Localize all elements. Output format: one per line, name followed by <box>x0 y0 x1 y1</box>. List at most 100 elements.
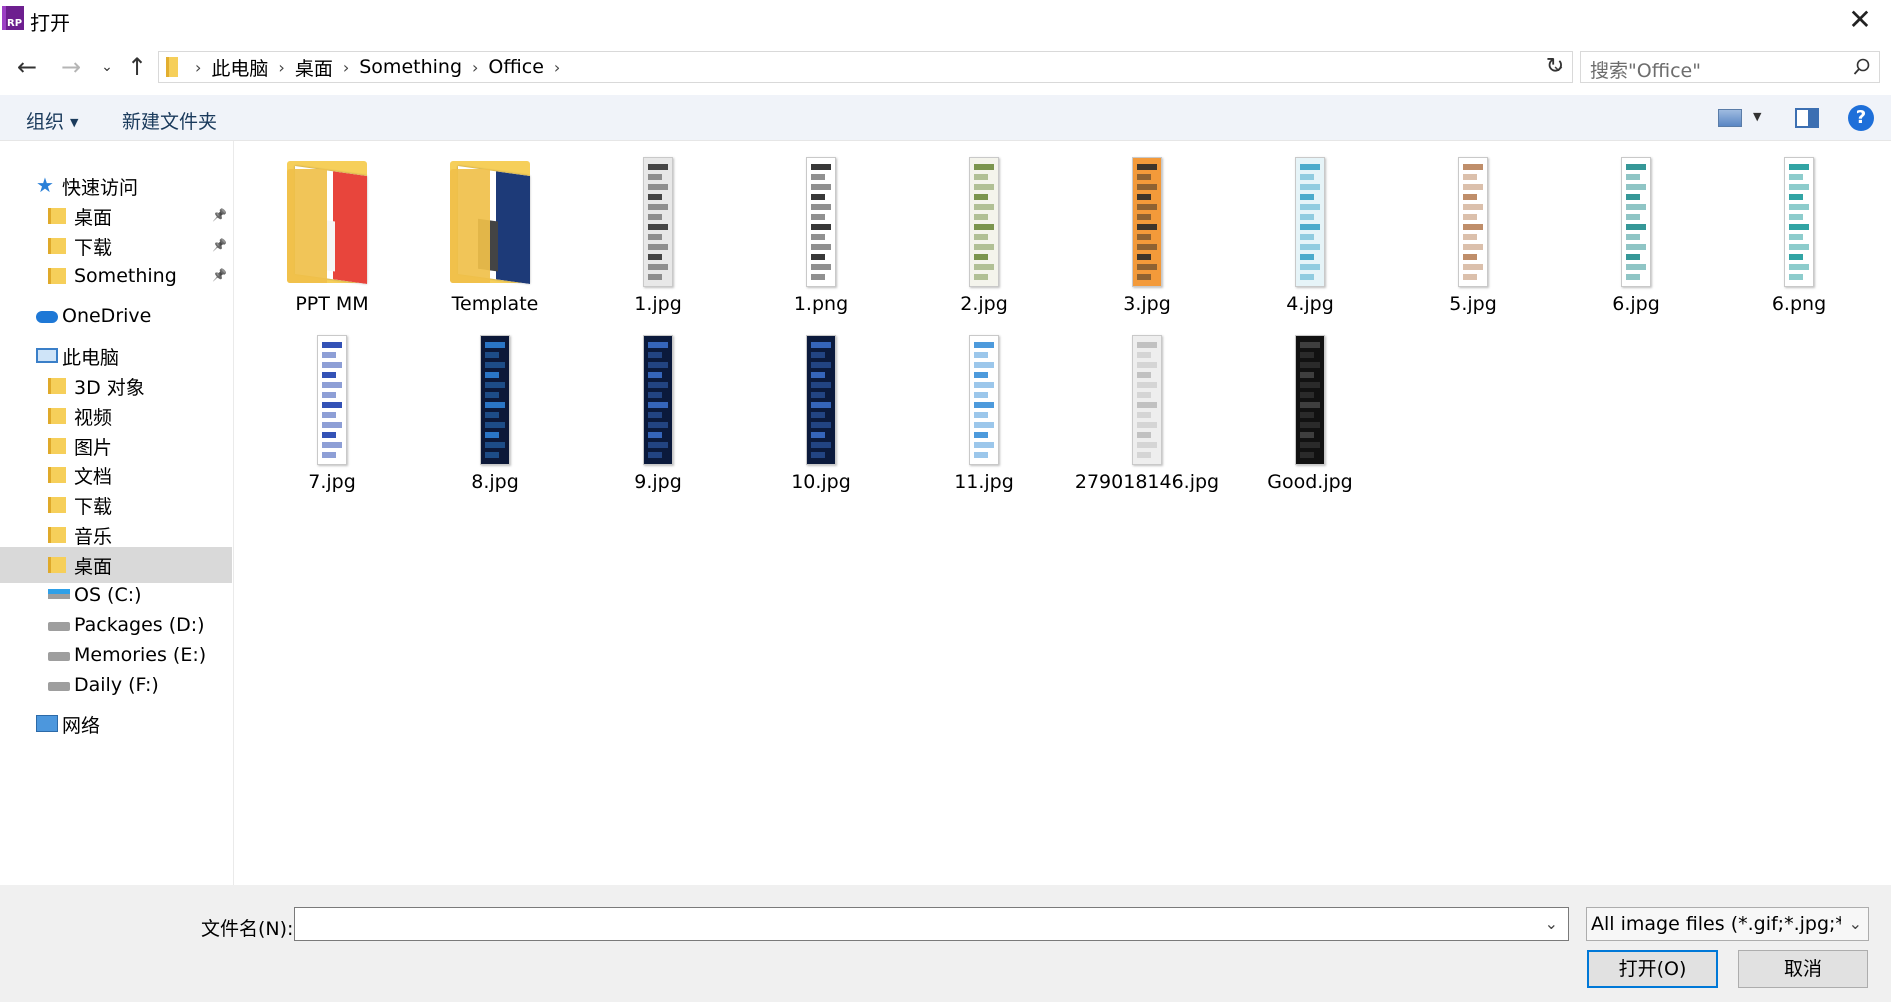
search-input[interactable]: 搜索"Office" <box>1580 51 1880 83</box>
filename-history-chevron-icon[interactable]: ⌄ <box>1545 914 1558 933</box>
sidebar-item-label: Packages (D:) <box>74 614 205 636</box>
file-thumbnail <box>583 333 733 465</box>
organize-button[interactable]: 组织 ▼ <box>26 107 78 134</box>
preview-pane-icon[interactable] <box>1795 108 1819 128</box>
navigation-pane: ★ 快速访问 桌面 📌 下载 📌 Something 📌 OneDrive 此电脑 3D 对象 视频图… <box>0 141 234 885</box>
folder-icon <box>48 208 66 224</box>
up-arrow-icon[interactable]: ↑ <box>122 52 152 82</box>
file-name: PPT MM <box>295 293 369 315</box>
search-placeholder: 搜索"Office" <box>1590 60 1701 82</box>
folder-item[interactable]: Template <box>420 141 570 315</box>
star-icon: ★ <box>36 173 54 197</box>
cancel-button[interactable]: 取消 <box>1738 950 1868 988</box>
sidebar-item-label: Daily (F:) <box>74 674 159 696</box>
sidebar-item-label: 快速访问 <box>62 176 139 199</box>
image-file-item[interactable]: 9.jpg <box>583 319 733 493</box>
file-thumbnail <box>1072 155 1222 287</box>
pictures-folder-icon <box>48 438 66 454</box>
pin-icon: 📌 <box>212 208 227 222</box>
sidebar-item-label: OS (C:) <box>74 584 142 606</box>
drive-icon <box>48 682 70 691</box>
cloud-icon <box>36 311 58 323</box>
file-name: Template <box>451 293 539 315</box>
sidebar-item-label: 下载 <box>74 495 113 518</box>
breadcrumb-item[interactable]: 桌面 <box>295 54 333 81</box>
image-file-item[interactable]: 6.jpg <box>1561 141 1711 315</box>
breadcrumb-chevron-icon[interactable]: › <box>343 58 349 77</box>
image-thumbnail <box>317 335 347 465</box>
os-drive-icon <box>48 589 70 599</box>
file-thumbnail <box>420 333 570 465</box>
image-file-item[interactable]: Good.jpg <box>1235 319 1385 493</box>
forward-arrow-icon[interactable]: → <box>56 52 86 82</box>
breadcrumb-chevron-icon[interactable]: › <box>472 58 478 77</box>
change-view-icon[interactable] <box>1718 109 1742 127</box>
image-file-item[interactable]: 6.png <box>1724 141 1874 315</box>
file-name: 6.jpg <box>1612 293 1660 315</box>
file-thumbnail <box>583 155 733 287</box>
breadcrumb-item[interactable]: Something <box>359 56 462 78</box>
sidebar-item-label: 音乐 <box>74 525 113 548</box>
pin-icon: 📌 <box>212 238 227 252</box>
image-thumbnail <box>643 157 673 287</box>
sidebar-item[interactable]: OneDrive <box>0 298 232 334</box>
file-name: 4.jpg <box>1286 293 1334 315</box>
breadcrumb-chevron-icon[interactable]: › <box>554 58 560 77</box>
breadcrumb-chevron-icon[interactable]: › <box>195 58 201 77</box>
refresh-icon[interactable]: ↻ <box>1540 52 1570 82</box>
file-name: 1.jpg <box>634 293 682 315</box>
address-bar[interactable]: › 此电脑 › 桌面 › Something › Office › ⌄ <box>158 51 1573 83</box>
file-name: 10.jpg <box>791 471 851 493</box>
sidebar-item[interactable]: 网络 <box>0 706 232 742</box>
image-file-item[interactable]: 1.png <box>746 141 896 315</box>
view-options-caret-icon[interactable]: ▼ <box>1753 110 1761 123</box>
image-file-item[interactable]: 7.jpg <box>257 319 407 493</box>
file-name: 7.jpg <box>308 471 356 493</box>
download-folder-icon <box>48 238 66 254</box>
caret-down-icon: ▼ <box>70 116 79 129</box>
image-file-item[interactable]: 11.jpg <box>909 319 1059 493</box>
breadcrumb-item[interactable]: Office <box>488 56 543 78</box>
breadcrumb-chevron-icon[interactable]: › <box>278 58 284 77</box>
image-file-item[interactable]: 4.jpg <box>1235 141 1385 315</box>
search-icon[interactable] <box>1853 58 1871 76</box>
file-type-select[interactable]: All image files (*.gif;*.jpg;*.jpg ⌄ <box>1586 907 1869 941</box>
close-button[interactable]: ✕ <box>1843 4 1877 36</box>
filename-input[interactable]: ⌄ <box>294 907 1569 941</box>
file-name: 2.jpg <box>960 293 1008 315</box>
folder-icon <box>287 161 387 287</box>
sidebar-item-label: 网络 <box>62 714 101 737</box>
image-file-item[interactable]: 279018146.jpg <box>1072 319 1222 493</box>
sidebar-item-label: 桌面 <box>74 206 113 229</box>
image-file-item[interactable]: 2.jpg <box>909 141 1059 315</box>
new-folder-button[interactable]: 新建文件夹 <box>122 107 217 134</box>
sidebar-item-label: 3D 对象 <box>74 376 145 399</box>
image-file-item[interactable]: 8.jpg <box>420 319 570 493</box>
breadcrumb-item[interactable]: 此电脑 <box>211 54 268 81</box>
filename-label: 文件名(N): <box>201 918 294 940</box>
image-file-item[interactable]: 5.jpg <box>1398 141 1548 315</box>
sidebar-item[interactable]: Daily (F:) <box>0 667 232 703</box>
navigation-bar: ← → ⌄ ↑ › 此电脑 › 桌面 › Something › Office › ⌄ ↻ 搜索… <box>0 48 1891 86</box>
file-name: 279018146.jpg <box>1074 471 1220 493</box>
folder-item[interactable]: PPT MM <box>257 141 407 315</box>
breadcrumb: › 此电脑 › 桌面 › Something › Office › <box>185 52 570 82</box>
image-thumbnail <box>806 335 836 465</box>
drive-icon <box>48 652 70 661</box>
file-list: PPT MM Template 1.jpg 1.png 2.jpg 3.jpg 4.jpg 5… <box>235 141 1891 885</box>
image-file-item[interactable]: 10.jpg <box>746 319 896 493</box>
sidebar-item-label: 文档 <box>74 465 113 488</box>
footer-bar: 文件名(N): ⌄ All image files (*.gif;*.jpg;*… <box>0 885 1891 1002</box>
help-icon[interactable]: ? <box>1848 105 1874 131</box>
title-bar: RP 打开 ✕ <box>0 0 1891 40</box>
desktop-folder-icon <box>48 557 66 573</box>
image-file-item[interactable]: 1.jpg <box>583 141 733 315</box>
sidebar-item-label: 视频 <box>74 406 113 429</box>
image-file-item[interactable]: 3.jpg <box>1072 141 1222 315</box>
drive-icon <box>48 622 70 631</box>
open-button[interactable]: 打开(O) <box>1587 950 1718 988</box>
sidebar-item[interactable]: Something 📌 <box>0 258 232 294</box>
back-arrow-icon[interactable]: ← <box>12 52 42 82</box>
file-thumbnail <box>1235 155 1385 287</box>
recent-locations-chevron-icon[interactable]: ⌄ <box>92 52 122 82</box>
